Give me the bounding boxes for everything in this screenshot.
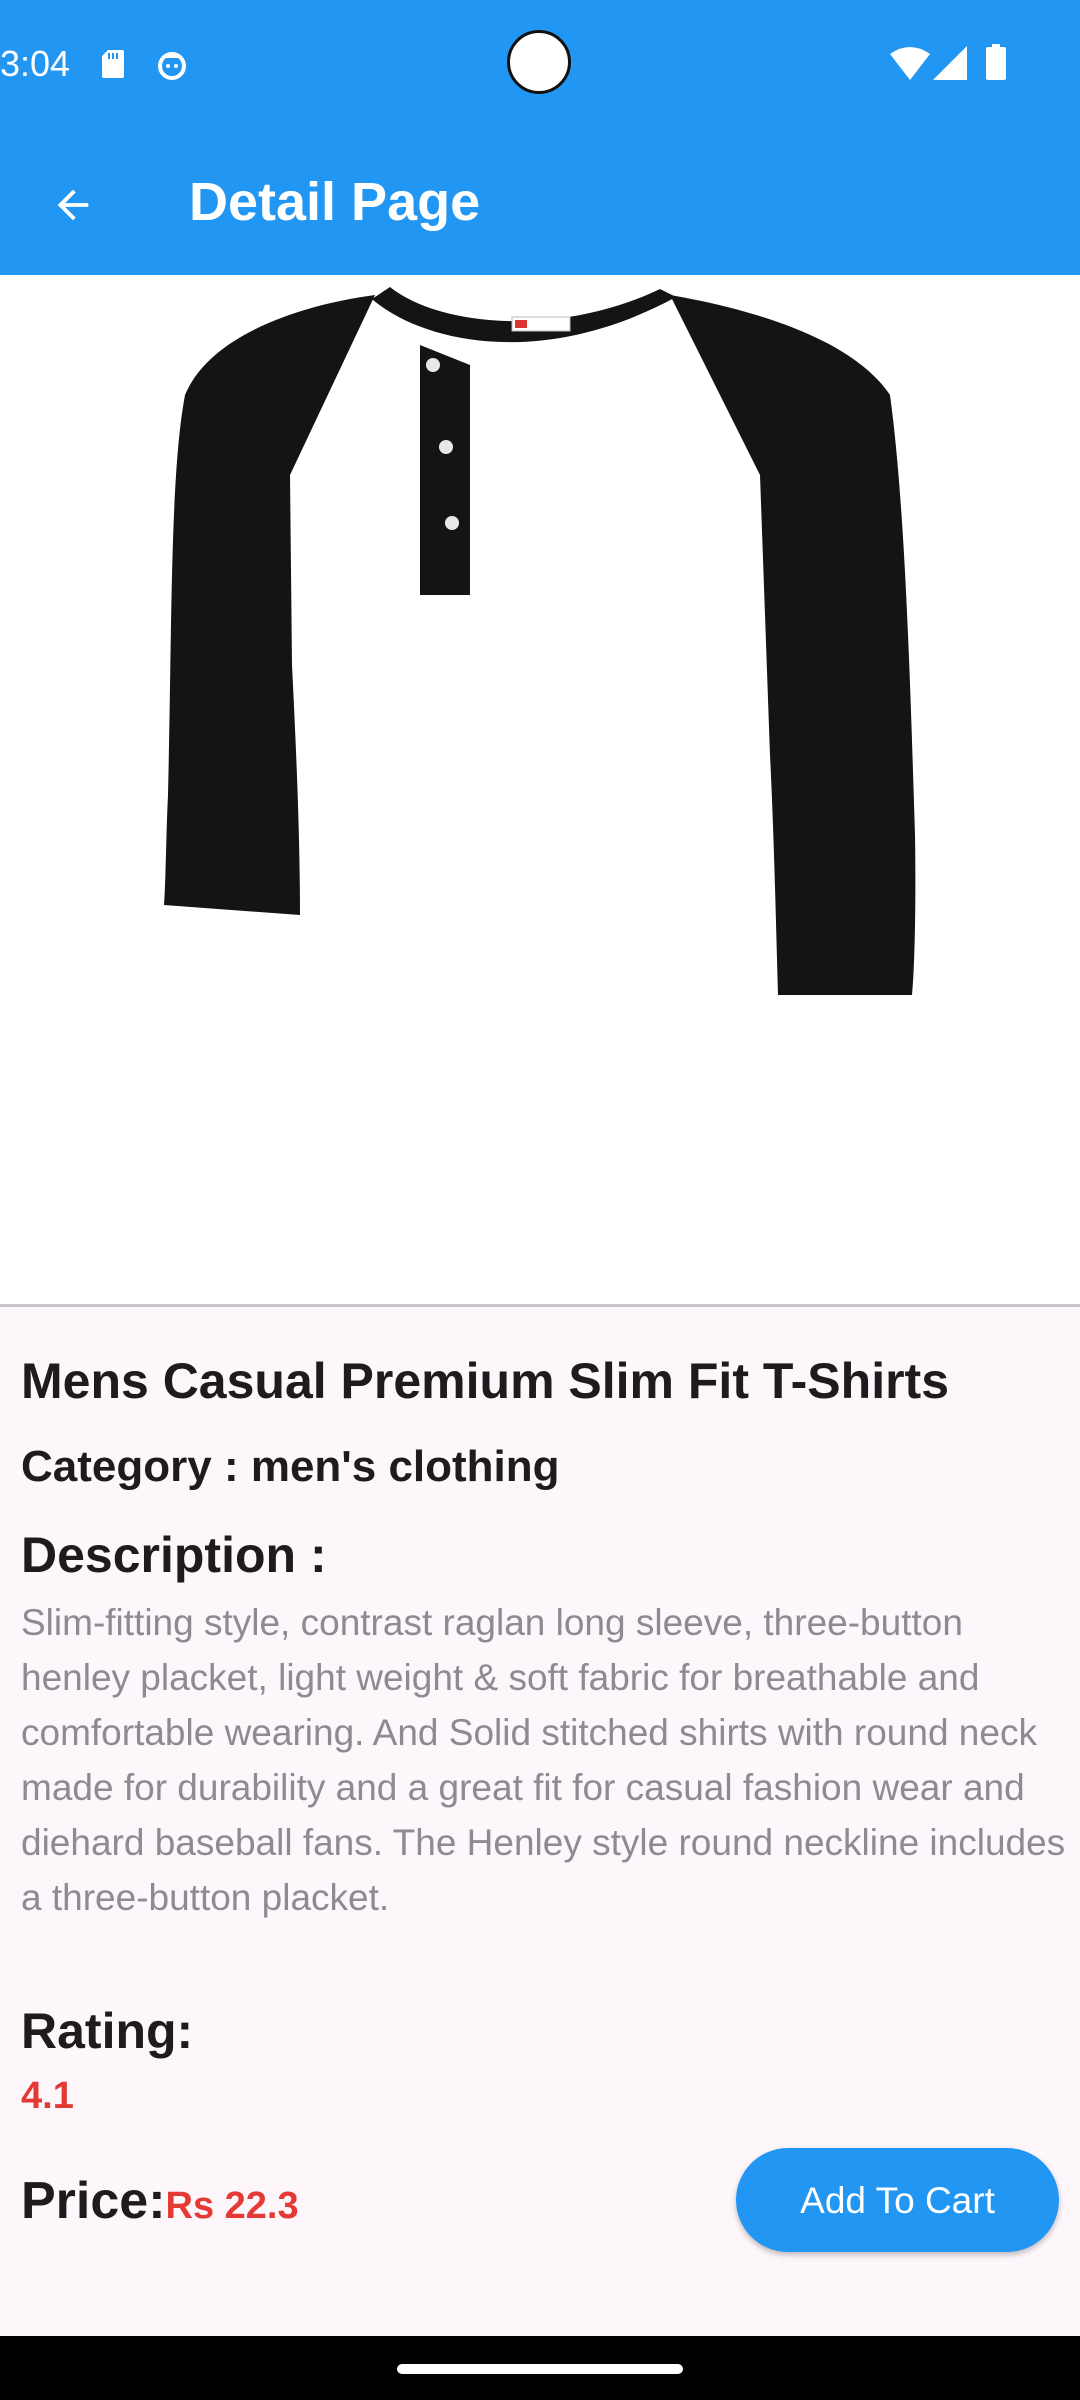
product-description: Slim-fitting style, contrast raglan long… [21,1602,1066,1918]
rating-label: Rating: [21,2003,194,2059]
face-icon [158,52,186,80]
wifi-icon [890,47,930,80]
app-bar: Detail Page [0,128,1080,275]
battery-icon [986,44,1006,80]
add-to-cart-button[interactable]: Add To Cart [736,2148,1059,2252]
signal-icon [933,46,967,80]
page-title: Detail Page [189,172,481,232]
sd-card-icon [102,50,124,78]
description-label: Description : [21,1527,327,1583]
back-button[interactable] [36,168,110,242]
divider [0,1304,1080,1307]
price-value: Rs 22.3 [165,2185,299,2227]
status-bar: 3:04 [0,0,1080,128]
status-time: 3:04 [0,43,71,84]
navigation-bar [0,2336,1080,2400]
product-category: Category : men's clothing [21,1442,560,1491]
camera-cutout [507,30,571,94]
rating-value: 4.1 [21,2075,74,2117]
home-handle[interactable] [397,2364,683,2374]
product-image [0,275,1080,1305]
product-title: Mens Casual Premium Slim Fit T-Shirts [21,1353,950,1409]
arrow-back-icon [57,189,89,221]
price-row: Price: Rs 22.3 [21,2165,299,2237]
price-label: Price: [21,2172,166,2230]
